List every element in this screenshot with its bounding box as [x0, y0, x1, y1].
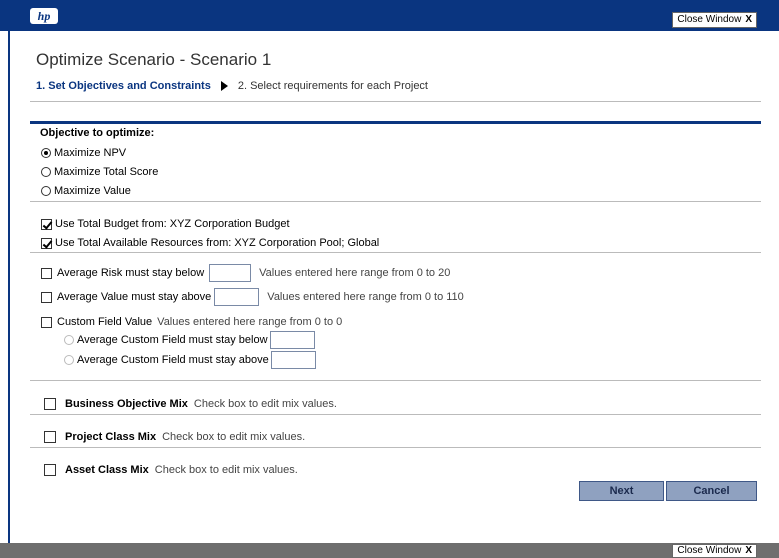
close-x-icon: X: [745, 14, 752, 25]
custom-below-input[interactable]: [269, 331, 315, 349]
project-class-mix-row: Project Class Mix Check box to edit mix …: [44, 431, 305, 443]
close-window-button[interactable]: Close Window X: [672, 12, 757, 28]
objective-heading: Objective to optimize:: [40, 127, 155, 139]
hp-logo-text: hp: [37, 8, 51, 23]
custom-above-label: Average Custom Field must stay above: [77, 354, 269, 366]
step-1-label: 1. Set Objectives and Constraints: [36, 80, 211, 92]
budget-checkbox[interactable]: [41, 218, 52, 230]
divider: [30, 101, 761, 102]
value-input[interactable]: [214, 288, 260, 306]
close-window-label: Close Window: [677, 545, 742, 556]
custom-checkbox[interactable]: [41, 316, 52, 328]
left-border: [8, 31, 10, 543]
risk-hint: Values entered here range from 0 to 20: [259, 267, 451, 279]
asset-class-mix-hint: Check box to edit mix values.: [154, 464, 298, 476]
radio-label: Maximize NPV: [54, 147, 127, 159]
project-class-mix-checkbox[interactable]: [44, 431, 56, 443]
custom-hint: Values entered here range from 0 to 0: [157, 316, 343, 328]
radio-button[interactable]: [41, 148, 51, 158]
business-objective-mix-row: Business Objective Mix Check box to edit…: [44, 398, 337, 410]
custom-label: Custom Field Value: [57, 316, 153, 328]
risk-checkbox[interactable]: [41, 267, 52, 279]
hp-logo: hp: [30, 8, 58, 24]
radio-label: Maximize Value: [54, 185, 131, 197]
average-risk-row: Average Risk must stay below Values ente…: [41, 264, 450, 282]
page-title: Optimize Scenario - Scenario 1: [36, 50, 272, 69]
custom-above-radio[interactable]: [64, 355, 74, 365]
resources-label: Use Total Available Resources from: XYZ …: [55, 237, 380, 249]
project-class-mix-hint: Check box to edit mix values.: [162, 431, 306, 443]
business-objective-mix-checkbox[interactable]: [44, 398, 56, 410]
value-label: Average Value must stay above: [57, 291, 212, 303]
divider: [30, 447, 761, 448]
wizard-steps: 1. Set Objectives and Constraints 2. Sel…: [36, 80, 428, 92]
custom-above-input[interactable]: [270, 351, 316, 369]
radio-button[interactable]: [41, 186, 51, 196]
use-total-budget[interactable]: Use Total Budget from: XYZ Corporation B…: [41, 218, 290, 230]
divider: [30, 201, 761, 202]
business-objective-mix-label: Business Objective Mix: [65, 398, 188, 410]
custom-below-label: Average Custom Field must stay below: [77, 334, 268, 346]
custom-field-row: Custom Field Value Values entered here r…: [41, 316, 342, 328]
value-checkbox[interactable]: [41, 291, 52, 303]
risk-input[interactable]: [209, 264, 252, 282]
value-hint: Values entered here range from 0 to 110: [267, 291, 464, 303]
resources-checkbox[interactable]: [41, 237, 52, 249]
radio-maximize-total-score[interactable]: Maximize Total Score: [41, 166, 158, 178]
cancel-button[interactable]: Cancel: [666, 481, 757, 501]
asset-class-mix-label: Asset Class Mix: [65, 464, 149, 476]
custom-below-row: Average Custom Field must stay below: [64, 331, 315, 349]
divider: [30, 414, 761, 415]
project-class-mix-label: Project Class Mix: [65, 431, 157, 443]
top-bar: hp Close Window X: [0, 0, 779, 31]
step-2-label: 2. Select requirements for each Project: [237, 80, 428, 92]
next-button[interactable]: Next: [579, 481, 664, 501]
radio-maximize-value[interactable]: Maximize Value: [41, 185, 131, 197]
radio-maximize-npv[interactable]: Maximize NPV: [41, 147, 126, 159]
average-value-row: Average Value must stay above Values ent…: [41, 288, 464, 306]
budget-label: Use Total Budget from: XYZ Corporation B…: [55, 218, 290, 230]
step-arrow-icon: [220, 81, 228, 91]
close-window-label: Close Window: [677, 14, 742, 25]
radio-button[interactable]: [41, 167, 51, 177]
risk-label: Average Risk must stay below: [57, 267, 205, 279]
use-total-resources[interactable]: Use Total Available Resources from: XYZ …: [41, 237, 379, 249]
custom-below-radio[interactable]: [64, 335, 74, 345]
divider: [30, 252, 761, 253]
section-divider-blue: [30, 121, 761, 124]
custom-above-row: Average Custom Field must stay above: [64, 351, 316, 369]
bottom-bar: Close Window X: [0, 543, 779, 558]
asset-class-mix-row: Asset Class Mix Check box to edit mix va…: [44, 464, 298, 476]
radio-label: Maximize Total Score: [54, 166, 159, 178]
divider: [30, 380, 761, 381]
close-x-icon: X: [745, 545, 752, 556]
close-window-button-bottom[interactable]: Close Window X: [672, 544, 757, 558]
asset-class-mix-checkbox[interactable]: [44, 464, 56, 476]
business-objective-mix-hint: Check box to edit mix values.: [193, 398, 337, 410]
